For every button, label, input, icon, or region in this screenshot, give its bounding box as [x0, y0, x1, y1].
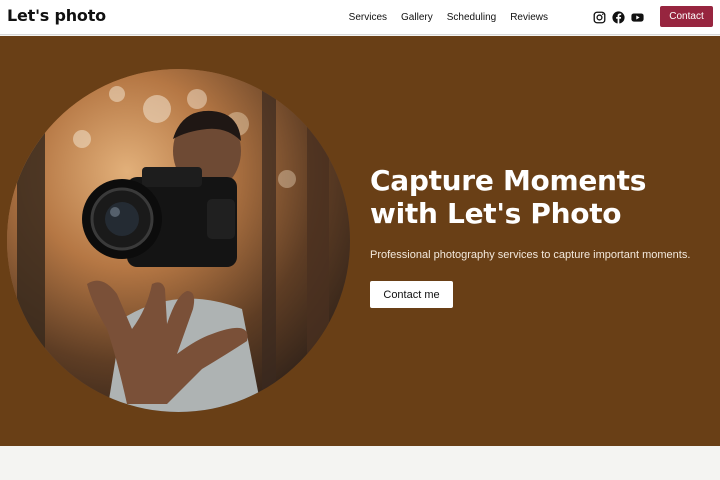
nav-link-services[interactable]: Services: [349, 12, 387, 23]
nav-link-gallery[interactable]: Gallery: [401, 12, 433, 23]
contact-me-button[interactable]: Contact me: [370, 281, 453, 308]
youtube-icon[interactable]: [631, 11, 644, 24]
hero-title-line-1: Capture Moments: [370, 164, 647, 197]
hero-title-line-2: with Let's Photo: [370, 197, 622, 230]
hero-section: Capture Moments with Let's Photo Profess…: [0, 36, 720, 446]
contact-button[interactable]: Contact: [660, 6, 713, 27]
nav-link-reviews[interactable]: Reviews: [510, 12, 548, 23]
hero-photo-photographer-with-camera: [7, 69, 350, 412]
hero-subtitle: Professional photography services to cap…: [370, 249, 691, 261]
hero-title: Capture Moments with Let's Photo: [370, 164, 710, 230]
nav-link-scheduling[interactable]: Scheduling: [447, 12, 496, 23]
main-nav: Services Gallery Scheduling Reviews: [349, 0, 548, 35]
social-links: [593, 0, 644, 35]
facebook-icon[interactable]: [612, 11, 625, 24]
top-navbar: Let's photo Services Gallery Scheduling …: [0, 0, 720, 35]
site-logo[interactable]: Let's photo: [7, 6, 106, 25]
next-section: [0, 446, 720, 480]
instagram-icon[interactable]: [593, 11, 606, 24]
